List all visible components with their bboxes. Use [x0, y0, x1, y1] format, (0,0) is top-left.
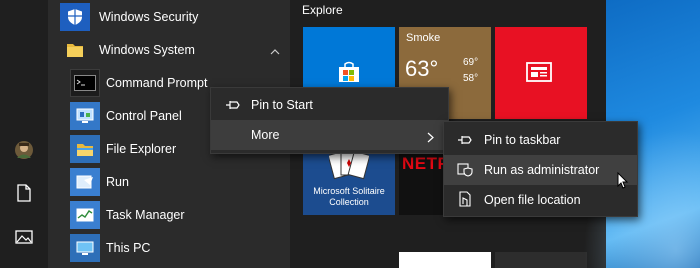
menu-label: Run as administrator [484, 163, 600, 177]
this-pc-icon [70, 234, 100, 262]
task-manager-icon [70, 201, 100, 229]
app-windows-security[interactable]: Windows Security [48, 1, 290, 33]
shield-icon [60, 3, 90, 31]
menu-label: More [251, 128, 280, 142]
cards-icon [327, 149, 371, 188]
app-label: Windows Security [99, 10, 199, 24]
file-location-icon [457, 191, 473, 207]
app-task-manager[interactable]: Task Manager [48, 199, 290, 231]
weather-city: Smoke [406, 32, 441, 44]
command-prompt-icon [70, 69, 100, 97]
weather-low: 58° [463, 73, 479, 84]
control-panel-icon [70, 102, 100, 130]
pictures-icon[interactable] [14, 227, 34, 247]
admin-shield-icon [457, 162, 473, 178]
solitaire-caption: Microsoft Solitaire Collection [313, 186, 385, 207]
menu-label: Open file location [484, 193, 581, 207]
pin-icon [225, 97, 241, 113]
news-icon [526, 62, 552, 87]
store-icon [336, 59, 362, 90]
tile-group-title: Explore [302, 3, 343, 17]
chevron-right-icon [427, 130, 434, 148]
menu-item-more[interactable]: More [211, 120, 448, 150]
bottom-tile-1[interactable] [399, 252, 491, 268]
app-label: Run [106, 175, 129, 189]
app-label: This PC [106, 241, 151, 255]
app-run[interactable]: Run [48, 166, 290, 198]
chevron-up-icon[interactable] [270, 43, 282, 55]
news-tile[interactable] [495, 27, 587, 119]
app-label: Command Prompt [106, 76, 208, 90]
menu-label: Pin to Start [251, 98, 313, 112]
user-avatar[interactable] [14, 140, 34, 160]
menu-item-pin-to-taskbar[interactable]: Pin to taskbar [444, 125, 637, 155]
app-this-pc[interactable]: This PC [48, 232, 290, 264]
menu-item-run-as-administrator[interactable]: Run as administrator [444, 155, 637, 185]
run-icon [70, 168, 100, 196]
weather-high: 69° [463, 57, 479, 68]
documents-icon[interactable] [14, 183, 34, 203]
app-label: Windows System [99, 43, 195, 57]
submenu: Pin to taskbar Run as administrator Open… [443, 121, 638, 217]
start-rail [0, 0, 48, 268]
file-explorer-icon [70, 135, 100, 163]
app-label: Task Manager [106, 208, 185, 222]
bottom-tile-2[interactable] [495, 252, 587, 268]
weather-temp: 63° [405, 56, 439, 81]
menu-label: Pin to taskbar [484, 133, 561, 147]
menu-item-pin-to-start[interactable]: Pin to Start [211, 90, 448, 120]
mouse-cursor [617, 171, 629, 195]
context-menu: Pin to Start More [210, 87, 449, 154]
folder-windows-system[interactable]: Windows System [48, 34, 290, 66]
pin-icon [457, 132, 473, 148]
app-label: File Explorer [106, 142, 177, 156]
folder-icon [63, 38, 87, 62]
menu-item-open-file-location[interactable]: Open file location [444, 185, 637, 215]
app-label: Control Panel [106, 109, 182, 123]
